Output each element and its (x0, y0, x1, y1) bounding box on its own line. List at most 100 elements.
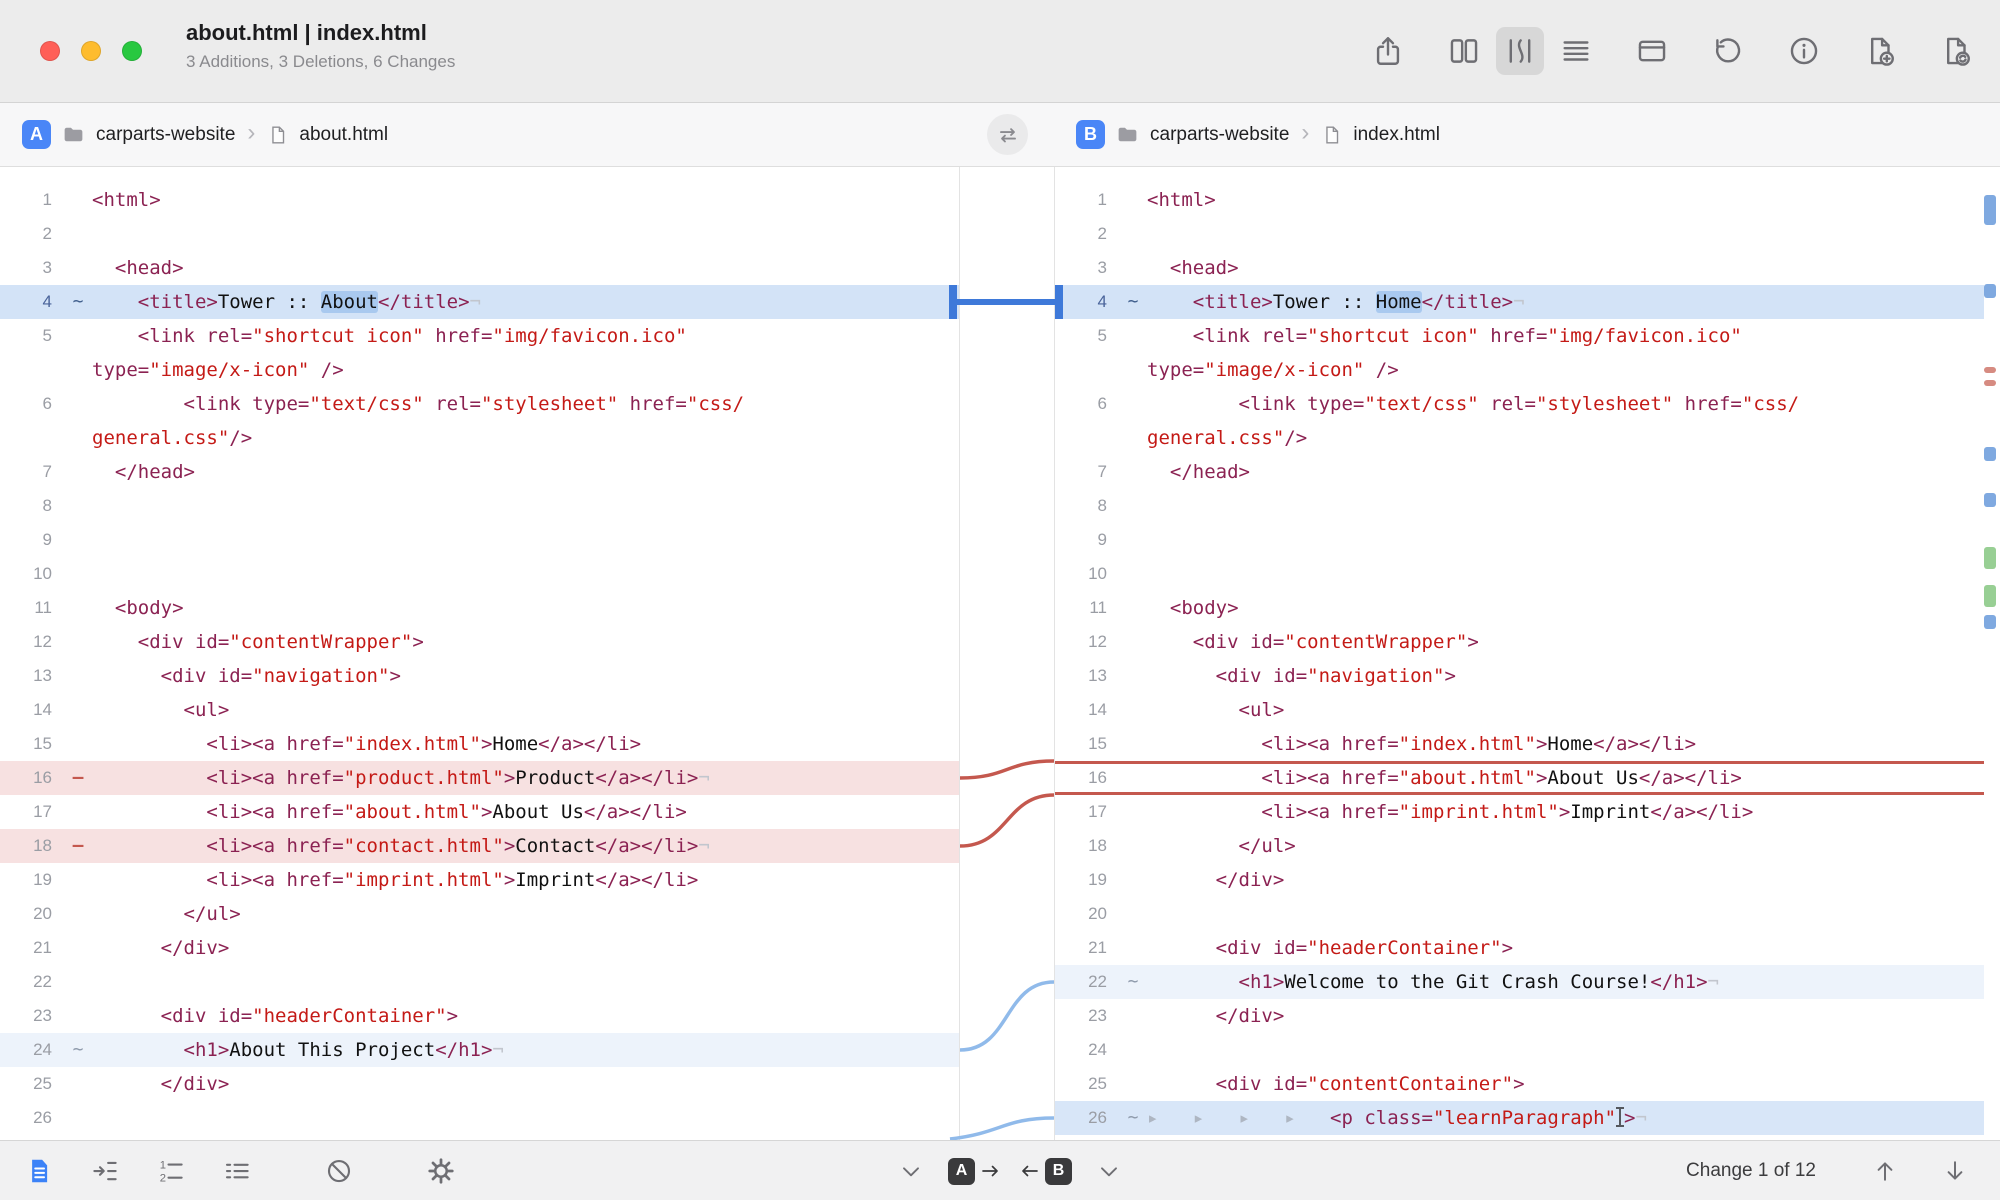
code-line[interactable]: 4~ <title>Tower :: About</title>¬ (0, 285, 959, 319)
code-line[interactable]: 11 <body> (1055, 591, 1984, 625)
code-text: </ul> (92, 897, 959, 931)
code-line[interactable]: 18– <li><a href="contact.html">Contact</… (0, 829, 959, 863)
ignore-changes-button[interactable] (316, 1148, 362, 1194)
merge-b-to-a-button[interactable]: B (1017, 1158, 1072, 1185)
code-line[interactable]: 3 <head> (1055, 251, 1984, 285)
code-line[interactable]: 22~ <h1>Welcome to the Git Crash Course!… (1055, 965, 1984, 999)
change-marker (1119, 455, 1147, 489)
collapse-a-button[interactable] (888, 1148, 934, 1194)
code-line[interactable]: type="image/x-icon" /> (0, 353, 959, 387)
code-line[interactable]: 14 <ul> (0, 693, 959, 727)
close-button[interactable] (40, 41, 60, 61)
code-line[interactable]: 19 </div> (1055, 863, 1984, 897)
line-number: 20 (1055, 897, 1119, 931)
code-text: <h1>Welcome to the Git Crash Course!</h1… (1147, 965, 1984, 999)
code-line[interactable]: 20 </ul> (0, 897, 959, 931)
arrow-up-icon (1871, 1157, 1899, 1185)
code-text: <ul> (1147, 693, 1984, 727)
code-line[interactable]: 18 </ul> (1055, 829, 1984, 863)
code-line[interactable]: 23 </div> (1055, 999, 1984, 1033)
code-line[interactable]: 5 <link rel="shortcut icon" href="img/fa… (1055, 319, 1984, 353)
code-line[interactable]: general.css"/> (1055, 421, 1984, 455)
code-line[interactable]: 21 </div> (0, 931, 959, 965)
code-line[interactable]: 13 <div id="navigation"> (1055, 659, 1984, 693)
document-sync-button[interactable] (1932, 27, 1980, 75)
code-line[interactable]: 22 (0, 965, 959, 999)
merge-a-to-b-button[interactable]: A (948, 1158, 1003, 1185)
code-line[interactable]: 13 <div id="navigation"> (0, 659, 959, 693)
breadcrumb-file-a[interactable]: about.html (299, 124, 388, 146)
fluid-view-button[interactable] (1496, 27, 1544, 75)
code-line[interactable]: 15 <li><a href="index.html">Home</a></li… (1055, 727, 1984, 761)
breadcrumb-a: A carparts-website › about.html (22, 103, 388, 166)
code-line[interactable]: 16 <li><a href="about.html">About Us</a>… (1055, 761, 1984, 795)
line-number: 21 (0, 931, 64, 965)
breadcrumb-folder-a[interactable]: carparts-website (96, 124, 235, 146)
code-line[interactable]: 25 </div> (0, 1067, 959, 1101)
blocks-view-button[interactable] (1440, 27, 1488, 75)
code-line[interactable]: 6 <link type="text/css" rel="stylesheet"… (1055, 387, 1984, 421)
code-line[interactable]: general.css"/> (0, 421, 959, 455)
code-line[interactable]: 2 (1055, 217, 1984, 251)
code-line[interactable]: 10 (1055, 557, 1984, 591)
compact-list-button[interactable] (214, 1148, 260, 1194)
change-counter: Change 1 of 12 (1686, 1160, 1816, 1182)
panel-view-button[interactable] (1628, 27, 1676, 75)
zoom-button[interactable] (122, 41, 142, 61)
code-line[interactable]: 1<html> (0, 183, 959, 217)
code-line[interactable]: 1<html> (1055, 183, 1984, 217)
line-numbers-button[interactable]: 12 (148, 1148, 194, 1194)
code-line[interactable]: 2 (0, 217, 959, 251)
wrap-lines-button[interactable] (82, 1148, 128, 1194)
code-line[interactable]: 14 <ul> (1055, 693, 1984, 727)
code-line[interactable]: 17 <li><a href="about.html">About Us</a>… (0, 795, 959, 829)
code-line[interactable]: 7 </head> (0, 455, 959, 489)
code-line[interactable]: 25 <div id="contentContainer"> (1055, 1067, 1984, 1101)
code-line[interactable]: 23 <div id="headerContainer"> (0, 999, 959, 1033)
breadcrumb-file-b[interactable]: index.html (1353, 124, 1440, 146)
app-window: about.html | index.html 3 Additions, 3 D… (0, 0, 2000, 1200)
code-line[interactable]: 24 (1055, 1033, 1984, 1067)
code-line[interactable]: 9 (0, 523, 959, 557)
document-text-button[interactable] (16, 1148, 62, 1194)
code-line[interactable]: 9 (1055, 523, 1984, 557)
document-add-button[interactable] (1856, 27, 1904, 75)
swap-files-button[interactable] (987, 114, 1028, 155)
code-line[interactable]: type="image/x-icon" /> (1055, 353, 1984, 387)
settings-button[interactable] (418, 1148, 464, 1194)
code-line[interactable]: 17 <li><a href="imprint.html">Imprint</a… (1055, 795, 1984, 829)
code-line[interactable]: 12 <div id="contentWrapper"> (1055, 625, 1984, 659)
breadcrumb-folder-b[interactable]: carparts-website (1150, 124, 1289, 146)
code-line[interactable]: 4~ <title>Tower :: Home</title>¬ (1055, 285, 1984, 319)
code-line[interactable]: 24~ <h1>About This Project</h1>¬ (0, 1033, 959, 1067)
code-line[interactable]: 26~▸ ▸ ▸ ▸ <p class="learnParagraph">¬ (1055, 1101, 1984, 1135)
code-line[interactable]: 3 <head> (0, 251, 959, 285)
code-line[interactable]: 26 (0, 1101, 959, 1135)
code-line[interactable]: 11 <body> (0, 591, 959, 625)
code-line[interactable]: 16– <li><a href="product.html">Product</… (0, 761, 959, 795)
change-marker: – (64, 761, 92, 795)
code-line[interactable]: 19 <li><a href="imprint.html">Imprint</a… (0, 863, 959, 897)
scrollbar-minimap[interactable] (1984, 167, 1998, 1140)
code-line[interactable]: 6 <link type="text/css" rel="stylesheet"… (0, 387, 959, 421)
code-line[interactable]: 21 <div id="headerContainer"> (1055, 931, 1984, 965)
history-button[interactable] (1704, 27, 1752, 75)
code-text: <title>Tower :: Home</title>¬ (1147, 285, 1984, 319)
info-button[interactable] (1780, 27, 1828, 75)
code-line[interactable]: 12 <div id="contentWrapper"> (0, 625, 959, 659)
code-line[interactable]: 15 <li><a href="index.html">Home</a></li… (0, 727, 959, 761)
code-line[interactable]: 10 (0, 557, 959, 591)
code-line[interactable]: 5 <link rel="shortcut icon" href="img/fa… (0, 319, 959, 353)
unified-view-button[interactable] (1552, 27, 1600, 75)
change-marker: ~ (64, 285, 92, 319)
change-marker (64, 795, 92, 829)
previous-change-button[interactable] (1862, 1148, 1908, 1194)
minimize-button[interactable] (81, 41, 101, 61)
code-line[interactable]: 20 (1055, 897, 1984, 931)
collapse-b-button[interactable] (1086, 1148, 1132, 1194)
code-line[interactable]: 8 (0, 489, 959, 523)
next-change-button[interactable] (1932, 1148, 1978, 1194)
code-line[interactable]: 8 (1055, 489, 1984, 523)
share-button[interactable] (1364, 27, 1412, 75)
code-line[interactable]: 7 </head> (1055, 455, 1984, 489)
